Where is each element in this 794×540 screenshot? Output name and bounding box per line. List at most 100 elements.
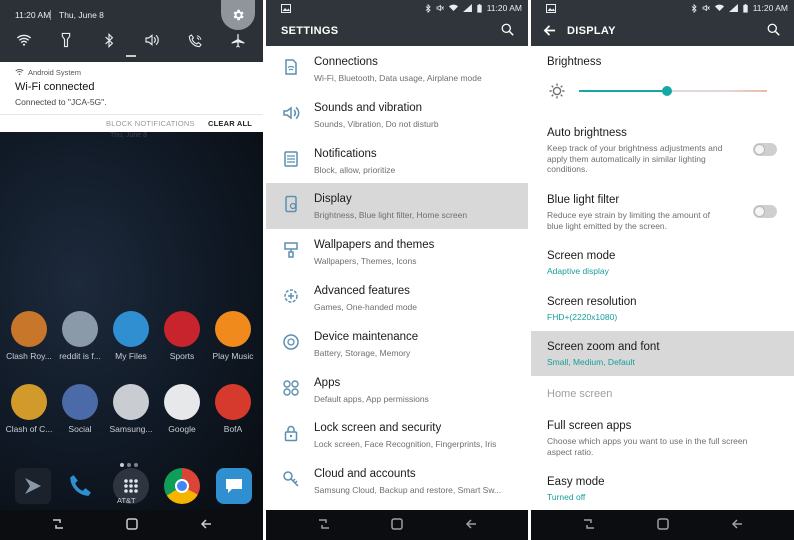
settings-item-sounds-and-vibration[interactable]: Sounds and vibration Sounds, Vibration, D…	[266, 92, 528, 138]
recents-icon[interactable]	[582, 517, 596, 531]
lock-icon	[282, 424, 300, 442]
settings-item-desc: Sounds, Vibration, Do not disturb	[314, 118, 439, 129]
app-shortcut[interactable]: reddit is f...	[55, 311, 105, 361]
wifi-notification-card[interactable]: Android System Wi-Fi connected Connected…	[0, 62, 263, 132]
play-music-icon	[215, 311, 251, 347]
home-icon[interactable]	[125, 517, 139, 531]
mute-icon	[702, 4, 710, 12]
app-shortcut[interactable]: Sports	[157, 311, 207, 361]
app-shortcut[interactable]: Samsung...	[106, 384, 156, 434]
app-label: My Files	[115, 351, 147, 361]
status-time: 11:20 AM	[752, 3, 788, 13]
settings-gear-button[interactable]	[221, 0, 255, 30]
app-label: Sports	[169, 351, 195, 361]
samsung-pay-icon	[113, 384, 149, 420]
screen-mode-row[interactable]: Screen mode Adaptive display	[531, 240, 794, 284]
settings-item-wallpapers-and-themes[interactable]: Wallpapers and themes Wallpapers, Themes,…	[266, 229, 528, 275]
sound-toggle[interactable]	[142, 30, 162, 50]
app-shortcut[interactable]: Google	[157, 384, 207, 434]
full-screen-apps-desc-line2: aspect ratio.	[547, 446, 594, 457]
app-label: Google	[168, 424, 196, 434]
home-icon[interactable]	[390, 517, 404, 531]
key-icon	[282, 470, 300, 488]
dock-app-phone[interactable]	[55, 468, 105, 504]
app-shortcut[interactable]: Play Music	[208, 311, 258, 361]
google-play-icon	[164, 384, 200, 420]
bluetooth-toggle[interactable]	[99, 30, 119, 50]
battery-icon	[743, 3, 748, 13]
back-icon[interactable]	[730, 517, 744, 531]
auto-brightness-row[interactable]: Auto brightness Keep track of your brigh…	[531, 118, 794, 178]
settings-item-cloud-and-accounts[interactable]: Cloud and accounts Samsung Cloud, Backup …	[266, 458, 528, 504]
app-shortcut[interactable]: Clash of C...	[4, 384, 54, 434]
drag-handle[interactable]	[126, 55, 136, 57]
dock-app-messages[interactable]	[209, 468, 259, 504]
auto-brightness-desc-line1: Keep track of your brightness adjustment…	[547, 143, 723, 153]
flashlight-toggle[interactable]	[56, 30, 76, 50]
blue-light-toggle[interactable]	[753, 205, 777, 218]
blue-light-desc-line2: blue light emitted by the screen.	[547, 220, 668, 231]
settings-item-lock-screen-and-security[interactable]: Lock screen and security Lock screen, Fac…	[266, 412, 528, 458]
settings-item-desc: Wi-Fi, Bluetooth, Data usage, Airplane m…	[314, 73, 482, 83]
settings-item-desc: Brightness, Blue light filter, Home scre…	[314, 210, 468, 221]
blue-light-filter-row[interactable]: Blue light filter Reduce eye strain by l…	[531, 186, 794, 234]
social-folder-icon	[62, 384, 98, 420]
brightness-label: Brightness	[547, 56, 602, 68]
faint-date: Thu, June 8	[110, 132, 147, 139]
gear-plus-icon	[282, 287, 300, 305]
status-divider	[50, 10, 51, 20]
page-title: SETTINGS	[281, 25, 339, 37]
back-arrow-icon[interactable]	[543, 24, 556, 37]
dock-app-chrome[interactable]	[157, 468, 207, 504]
display-settings-panel: 11:20 AM DISPLAY Brightness Auto brightn…	[531, 0, 794, 540]
screen-zoom-font-row[interactable]: Screen zoom and font Small, Medium, Defa…	[531, 331, 794, 376]
airplane-toggle[interactable]	[228, 30, 248, 50]
notification-text: Connected to "JCA-5G".	[15, 97, 107, 107]
search-icon[interactable]	[767, 23, 780, 36]
full-screen-apps-row[interactable]: Full screen apps Choose which apps you w…	[531, 412, 794, 464]
settings-item-connections[interactable]: Connections Wi-Fi, Bluetooth, Data usage,…	[266, 46, 528, 92]
app-shortcut[interactable]: BofA	[208, 384, 258, 434]
image-notification-icon	[546, 4, 556, 13]
wifi-toggle[interactable]	[14, 30, 34, 50]
reddit-icon	[62, 311, 98, 347]
blue-light-desc-line1: Reduce eye strain by limiting the amount…	[547, 210, 711, 220]
settings-item-device-maintenance[interactable]: Device maintenance Battery, Storage, Memo…	[266, 321, 528, 367]
settings-item-display[interactable]: Display Brightness, Blue light filter, Ho…	[266, 183, 528, 230]
auto-brightness-toggle[interactable]	[753, 143, 777, 156]
brightness-sun-icon	[549, 83, 565, 99]
settings-item-title: Advanced features	[314, 285, 410, 297]
back-icon[interactable]	[199, 517, 213, 531]
settings-item-notifications[interactable]: Notifications Block, allow, prioritize	[266, 138, 528, 184]
block-notifications-button[interactable]: BLOCK NOTIFICATIONS	[106, 119, 195, 128]
app-shortcut[interactable]: Social	[55, 384, 105, 434]
notification-shade-panel: Thu, June 8 11:20 AM Thu, June 8 Android…	[0, 0, 263, 540]
settings-item-advanced-features[interactable]: Advanced features Games, One-handed mode	[266, 275, 528, 321]
settings-item-apps[interactable]: Apps Default apps, App permissions	[266, 367, 528, 413]
settings-item-title: Connections	[314, 56, 378, 68]
search-icon[interactable]	[501, 23, 514, 36]
screen-mode-value: Adaptive display	[547, 266, 609, 276]
sound-icon	[282, 104, 300, 122]
wifi-calling-toggle[interactable]	[185, 30, 205, 50]
clear-all-button[interactable]: CLEAR ALL	[208, 119, 252, 128]
notification-divider	[0, 114, 263, 115]
screen-mode-title: Screen mode	[547, 250, 616, 262]
app-shortcut[interactable]: My Files	[106, 311, 156, 361]
recents-icon[interactable]	[51, 517, 65, 531]
wifi-icon	[448, 4, 458, 11]
brightness-slider-thumb[interactable]	[662, 86, 673, 96]
phone-icon	[62, 468, 98, 504]
easy-mode-row[interactable]: Easy mode Turned off	[531, 468, 794, 508]
clash-of-clans-icon	[11, 384, 47, 420]
home-icon[interactable]	[656, 517, 670, 531]
dock-app-tips[interactable]	[8, 468, 58, 504]
app-shortcut[interactable]: Clash Roy...	[4, 311, 54, 361]
screen-resolution-row[interactable]: Screen resolution FHD+(2220x1080)	[531, 286, 794, 330]
app-label: Social	[68, 424, 92, 434]
bluetooth-icon	[105, 32, 114, 48]
back-icon[interactable]	[464, 517, 478, 531]
apps-icon	[282, 379, 300, 397]
recents-icon[interactable]	[317, 517, 331, 531]
maintenance-icon	[282, 333, 300, 351]
